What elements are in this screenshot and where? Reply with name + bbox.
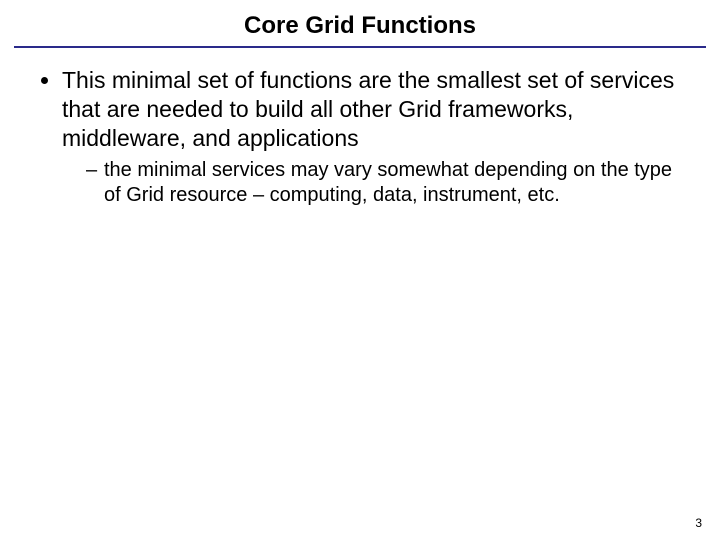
slide-title: Core Grid Functions [0,0,720,46]
page-number: 3 [695,516,702,530]
bullet-list: This minimal set of functions are the sm… [30,66,690,208]
list-item: the minimal services may vary somewhat d… [86,158,690,208]
sub-bullet-list: the minimal services may vary somewhat d… [62,158,690,208]
slide-body: This minimal set of functions are the sm… [0,48,720,208]
sub-bullet-text: the minimal services may vary somewhat d… [104,159,672,206]
list-item: This minimal set of functions are the sm… [62,66,690,208]
slide: Core Grid Functions This minimal set of … [0,0,720,540]
bullet-text: This minimal set of functions are the sm… [62,67,674,151]
